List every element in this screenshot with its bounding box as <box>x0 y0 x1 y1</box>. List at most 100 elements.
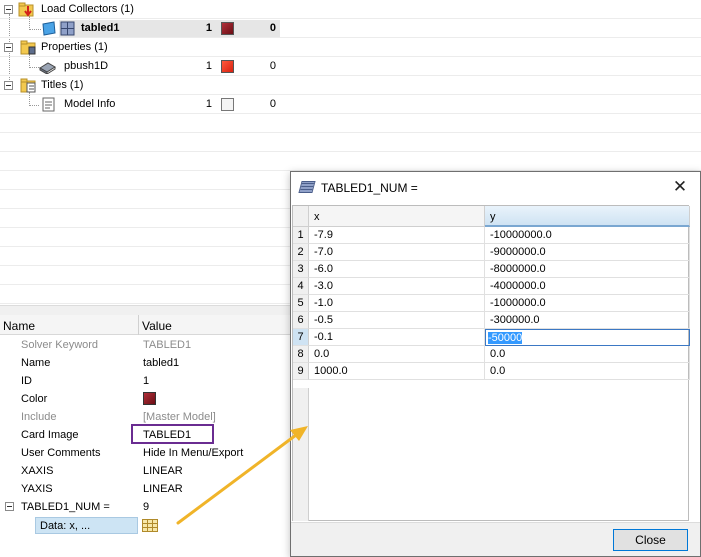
column-header-x[interactable]: x <box>309 206 485 227</box>
tree-item-count: 1 <box>205 22 212 34</box>
cell-x[interactable]: 1000.0 <box>309 363 485 380</box>
row-number[interactable]: 3 <box>293 261 309 278</box>
visibility-toggle-icon[interactable] <box>41 21 57 36</box>
cell-edit-text[interactable]: -50000 <box>488 332 523 344</box>
tree-item-model-info[interactable]: Model Info 1 0 <box>0 95 701 114</box>
entity-editor-panel: Name Value Solver Keyword TABLED1 Name t… <box>0 315 290 557</box>
prop-row-yaxis[interactable]: YAXIS LINEAR <box>0 480 290 498</box>
cell-x[interactable]: -0.1 <box>309 329 485 346</box>
cell-x[interactable]: -3.0 <box>309 278 485 295</box>
tree-item-include: 0 <box>269 60 276 72</box>
prop-value[interactable]: 1 <box>143 375 149 387</box>
tabled1-num-dialog: TABLED1_NUM = ✕ x y 1 -7.9 -10000000.0 2… <box>290 171 701 557</box>
table-row: 9 1000.0 0.0 <box>293 363 690 380</box>
row-header-empty-area <box>293 388 309 521</box>
tree-folder-titles[interactable]: Titles (1) <box>0 76 701 95</box>
prop-name: XAXIS <box>21 465 54 477</box>
prop-row-card-image[interactable]: Card Image TABLED1 <box>0 424 290 444</box>
row-number-header[interactable] <box>293 206 309 227</box>
tree-folder-load-collectors[interactable]: Load Collectors (1) <box>0 0 701 19</box>
titles-folder-icon <box>20 78 36 93</box>
tree-folder-label: Properties (1) <box>41 41 108 53</box>
tree-item-label: tabled1 <box>81 22 120 34</box>
title-note-icon <box>42 97 55 112</box>
cell-y[interactable]: -1000000.0 <box>485 295 690 312</box>
prop-row-tabled1-num[interactable]: TABLED1_NUM = 9 <box>0 498 290 516</box>
prop-value[interactable]: 9 <box>143 501 149 513</box>
cell-y[interactable]: -4000000.0 <box>485 278 690 295</box>
close-button[interactable]: Close <box>613 529 688 551</box>
tree-item-tabled1[interactable]: tabled1 1 0 <box>0 19 701 38</box>
tree-folder-label: Titles (1) <box>41 79 84 91</box>
prop-value[interactable]: Hide In Menu/Export <box>143 447 243 459</box>
color-swatch[interactable] <box>221 60 234 73</box>
entity-editor-header: Name Value <box>0 315 290 335</box>
cell-x[interactable]: -6.0 <box>309 261 485 278</box>
column-header-label: x <box>314 211 320 223</box>
prop-name: ID <box>21 375 32 387</box>
tree-item-include: 0 <box>269 98 276 110</box>
cell-y[interactable]: -9000000.0 <box>485 244 690 261</box>
cell-x[interactable]: -7.0 <box>309 244 485 261</box>
color-swatch[interactable] <box>221 22 234 35</box>
prop-value[interactable]: LINEAR <box>143 483 183 495</box>
name-column-header[interactable]: Name <box>3 319 35 333</box>
property-icon <box>39 62 56 74</box>
tree-item-label: pbush1D <box>64 60 109 72</box>
cell-y[interactable]: -300000.0 <box>485 312 690 329</box>
prop-value[interactable]: LINEAR <box>143 465 183 477</box>
table-row: 2 -7.0 -9000000.0 <box>293 244 690 261</box>
dialog-titlebar[interactable]: TABLED1_NUM = ✕ <box>291 172 700 204</box>
prop-name: YAXIS <box>21 483 53 495</box>
column-header-y[interactable]: y <box>485 206 690 227</box>
row-number[interactable]: 4 <box>293 278 309 295</box>
cell-y[interactable]: -10000000.0 <box>485 227 690 244</box>
cell-x[interactable]: -1.0 <box>309 295 485 312</box>
prop-row-solver-keyword: Solver Keyword TABLED1 <box>0 336 290 354</box>
collapse-icon[interactable] <box>4 43 13 52</box>
row-number[interactable]: 9 <box>293 363 309 380</box>
prop-row-data[interactable]: Data: x, ... <box>0 516 290 534</box>
column-header-label: y <box>490 211 496 223</box>
row-number[interactable]: 7 <box>293 329 309 346</box>
cell-x[interactable]: 0.0 <box>309 346 485 363</box>
table-editor-icon[interactable] <box>142 519 158 532</box>
prop-name: TABLED1_NUM = <box>21 501 110 513</box>
cell-x[interactable]: -7.9 <box>309 227 485 244</box>
data-xy-cell[interactable]: Data: x, ... <box>35 517 138 534</box>
tree-folder-properties[interactable]: Properties (1) <box>0 38 701 57</box>
row-number[interactable]: 8 <box>293 346 309 363</box>
prop-name: Solver Keyword <box>21 339 99 351</box>
cell-y[interactable]: -8000000.0 <box>485 261 690 278</box>
cell-y[interactable]: 0.0 <box>485 346 690 363</box>
value-column-header[interactable]: Value <box>142 319 172 333</box>
prop-name: Color <box>21 393 48 405</box>
close-icon[interactable]: ✕ <box>670 177 690 197</box>
prop-row-id[interactable]: ID 1 <box>0 372 290 390</box>
tree-item-count: 1 <box>205 98 212 110</box>
prop-row-name[interactable]: Name tabled1 <box>0 354 290 372</box>
row-number[interactable]: 2 <box>293 244 309 261</box>
row-number[interactable]: 5 <box>293 295 309 312</box>
row-number[interactable]: 6 <box>293 312 309 329</box>
cell-y-editing[interactable]: -50000 <box>485 329 690 346</box>
color-swatch[interactable] <box>221 98 234 111</box>
prop-name: Name <box>21 357 51 369</box>
cell-x[interactable]: -0.5 <box>309 312 485 329</box>
prop-name: User Comments <box>21 447 101 459</box>
table-row-active: 7 -0.1 -50000 <box>293 329 690 346</box>
color-swatch[interactable] <box>143 392 156 405</box>
tree-item-pbush1d[interactable]: pbush1D 1 0 <box>0 57 701 76</box>
table-row: 8 0.0 0.0 <box>293 346 690 363</box>
prop-row-xaxis[interactable]: XAXIS LINEAR <box>0 462 290 480</box>
collapse-icon[interactable] <box>4 81 13 90</box>
collapse-icon[interactable] <box>4 5 13 14</box>
tree-folder-label: Load Collectors (1) <box>41 3 134 15</box>
prop-row-color[interactable]: Color <box>0 390 290 408</box>
collapse-icon[interactable] <box>5 502 14 511</box>
table-grid-icon <box>60 21 75 36</box>
cell-y[interactable]: 0.0 <box>485 363 690 380</box>
prop-value[interactable]: tabled1 <box>143 357 179 369</box>
prop-row-user-comments[interactable]: User Comments Hide In Menu/Export <box>0 444 290 462</box>
row-number[interactable]: 1 <box>293 227 309 244</box>
